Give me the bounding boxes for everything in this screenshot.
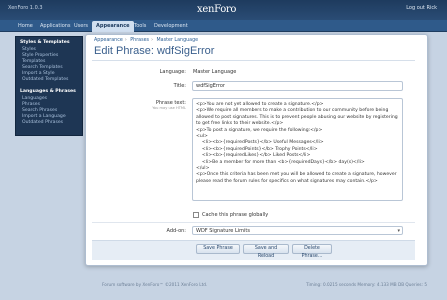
delete-phrase-button[interactable]: Delete Phrase... xyxy=(292,244,332,259)
phrase-text-area[interactable]: <p>You are not yet allowed to create a s… xyxy=(192,98,403,201)
sidebar-section-languages[interactable]: Languages & Phrases xyxy=(20,89,76,94)
sidebar: Styles & Templates Styles Style Properti… xyxy=(15,36,83,136)
addon-select[interactable]: WDF Signature Limits ▾ xyxy=(192,226,403,235)
sidebar-item-search-phrases[interactable]: Search Phrases xyxy=(22,108,57,113)
sidebar-section-styles[interactable]: Styles & Templates xyxy=(20,40,70,45)
sidebar-item-search-templates[interactable]: Search Templates xyxy=(22,65,63,70)
addon-select-value: WDF Signature Limits xyxy=(196,228,250,234)
tab-development[interactable]: Development xyxy=(150,21,192,31)
tab-users[interactable]: Users xyxy=(70,21,92,31)
chevron-down-icon: ▾ xyxy=(397,228,400,234)
cache-phrase-label[interactable]: Cache this phrase globally xyxy=(202,212,268,218)
cache-phrase-checkbox[interactable] xyxy=(193,212,199,218)
footer-debug-info: Timing: 0.0215 seconds Memory: 4.133 MB … xyxy=(306,282,427,287)
addon-divider xyxy=(92,222,415,223)
phrase-text-hint: You may use HTML xyxy=(152,106,186,110)
tab-applications[interactable]: Applications xyxy=(36,21,75,31)
sidebar-item-import-language[interactable]: Import a Language xyxy=(22,114,66,119)
logout-link[interactable]: Log out Rick xyxy=(406,5,437,11)
save-phrase-button[interactable]: Save Phrase xyxy=(196,244,240,254)
top-bar: XenForo 1.0.3 xenForo Log out Rick xyxy=(0,0,447,20)
language-label: Language: xyxy=(159,69,186,75)
sidebar-item-style-properties[interactable]: Style Properties xyxy=(22,53,58,58)
xenforo-logo: xenForo xyxy=(197,4,237,15)
tab-appearance[interactable]: Appearance xyxy=(92,21,134,32)
save-and-reload-button[interactable]: Save and Reload xyxy=(243,244,289,259)
sidebar-item-languages[interactable]: Languages xyxy=(22,96,47,101)
sidebar-item-outdated-phrases[interactable]: Outdated Phrases xyxy=(22,120,63,125)
breadcrumb: Appearance › Phrases › Master Language xyxy=(94,38,200,43)
breadcrumb-phrases[interactable]: Phrases xyxy=(130,38,149,43)
breadcrumb-separator: › xyxy=(124,38,127,43)
sidebar-item-phrases[interactable]: Phrases xyxy=(22,102,40,107)
sidebar-item-import-style[interactable]: Import a Style xyxy=(22,71,55,76)
language-value: Master Language xyxy=(193,69,237,75)
tab-tools[interactable]: Tools xyxy=(130,21,150,31)
main-tabs: Home Applications Users Appearance Tools… xyxy=(0,20,447,32)
addon-label: Add-on: xyxy=(166,228,187,234)
title-divider xyxy=(92,60,415,61)
breadcrumb-appearance[interactable]: Appearance xyxy=(94,38,123,43)
breadcrumb-separator: › xyxy=(151,38,153,43)
title-input[interactable]: wdfSigError xyxy=(192,81,403,91)
title-label: Title: xyxy=(173,83,186,89)
version-label: XenForo 1.0.3 xyxy=(8,5,43,11)
sidebar-item-templates[interactable]: Templates xyxy=(22,59,45,64)
footer-copyright: Forum software by XenForo™ ©2011 XenForo… xyxy=(102,282,208,287)
breadcrumb-master-language[interactable]: Master Language xyxy=(157,38,199,43)
tab-home[interactable]: Home xyxy=(14,21,37,31)
sidebar-item-styles[interactable]: Styles xyxy=(22,47,36,52)
page-title: Edit Phrase: wdfSigError xyxy=(94,45,215,57)
sidebar-item-outdated-templates[interactable]: Outdated Templates xyxy=(22,77,68,82)
